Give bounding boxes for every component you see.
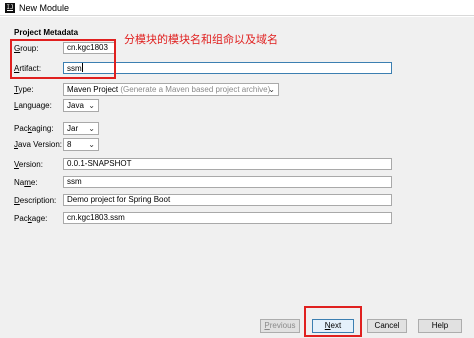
help-button[interactable]: Help [418,319,462,333]
annotation-highlight-box [10,39,116,79]
version-label: Version: [14,160,43,169]
language-label: Language: [14,101,52,110]
previous-button[interactable]: Previous [260,319,300,333]
package-field[interactable]: cn.kgc1803.ssm [63,212,392,224]
dialog-content: Project Metadata Group: cn.kgc1803 Artif… [0,17,474,338]
version-field[interactable]: 0.0.1-SNAPSHOT [63,158,392,170]
intellij-app-icon: IJ [5,3,15,13]
packaging-dropdown[interactable]: Jar ⌄ [63,122,99,135]
chevron-down-icon: ⌄ [268,85,275,94]
java-version-dropdown[interactable]: 8 ⌄ [63,138,99,151]
next-button[interactable]: Next [312,319,354,333]
name-label: Name: [14,178,38,187]
chevron-down-icon: ⌄ [88,140,95,149]
window-title: New Module [19,3,70,13]
chevron-down-icon: ⌄ [88,101,95,110]
package-label: Package: [14,214,48,223]
type-dropdown[interactable]: Maven Project (Generate a Maven based pr… [63,83,279,96]
java-version-label: Java Version: [14,140,63,149]
description-field[interactable]: Demo project for Spring Boot [63,194,392,206]
name-field[interactable]: ssm [63,176,392,188]
description-label: Description: [14,196,57,205]
title-bar: IJ New Module [0,0,474,16]
chevron-down-icon: ⌄ [88,124,95,133]
annotation-text: 分模块的模块名和组命以及域名 [124,33,278,46]
section-title: Project Metadata [14,28,79,37]
packaging-label: Packaging: [14,124,54,133]
language-dropdown[interactable]: Java ⌄ [63,99,99,112]
type-label: Type: [14,85,34,94]
cancel-button[interactable]: Cancel [367,319,407,333]
